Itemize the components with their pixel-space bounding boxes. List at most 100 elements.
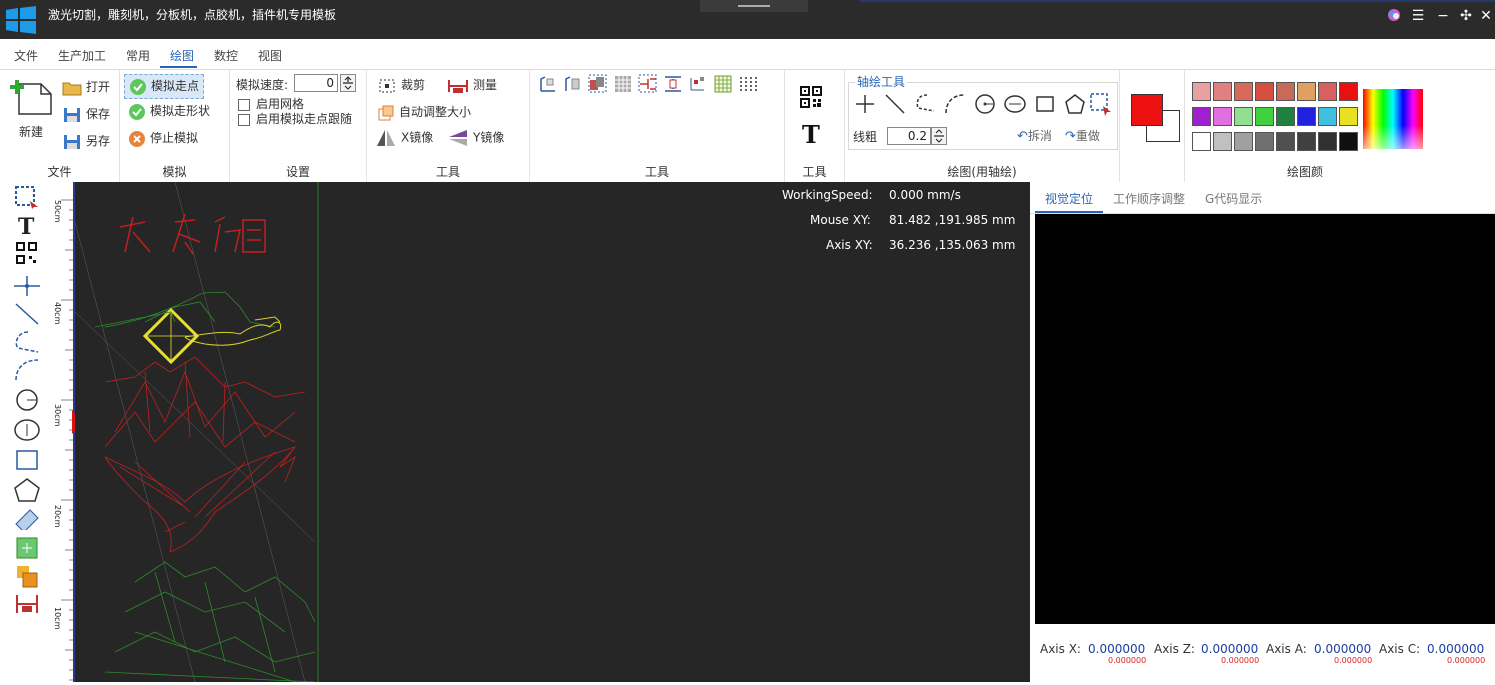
color-swatch[interactable] xyxy=(1318,82,1337,101)
auto-resize-button[interactable]: 自动调整大小 xyxy=(377,103,471,122)
color-swatch[interactable] xyxy=(1234,82,1253,101)
import-tool-icon[interactable] xyxy=(12,564,42,588)
axis-c-sub: 0.000000 xyxy=(1447,656,1486,665)
primary-color[interactable] xyxy=(1131,94,1163,126)
ellipse-tool-icon[interactable] xyxy=(12,418,42,442)
text-tool-icon[interactable]: T xyxy=(802,120,820,149)
color-swatch[interactable] xyxy=(1192,82,1211,101)
qr-tool-icon[interactable] xyxy=(12,242,42,266)
save-as-icon xyxy=(64,134,80,149)
right-panel: 视觉定位 工作顺序调整 G代码显示 Axis X: 0.000000 0.000… xyxy=(1030,182,1495,682)
color-swatch[interactable] xyxy=(1297,132,1316,151)
color-swatch[interactable] xyxy=(1234,107,1253,126)
arc-tool-icon[interactable] xyxy=(12,358,42,382)
color-swatch[interactable] xyxy=(1255,132,1274,151)
skin-icon[interactable] xyxy=(1386,8,1402,24)
align-icons[interactable] xyxy=(538,74,763,94)
axis-draw-tools[interactable] xyxy=(853,92,1113,116)
minimize-icon[interactable]: − xyxy=(1435,8,1451,24)
select-tool-icon[interactable] xyxy=(12,185,42,209)
align-vertical-icon xyxy=(665,76,681,92)
polyline-tool-icon[interactable] xyxy=(12,330,42,354)
line-tool-icon[interactable] xyxy=(12,302,42,326)
text-tool-icon[interactable]: T xyxy=(12,214,42,240)
image-tool-icon[interactable] xyxy=(12,536,42,560)
menu-icon[interactable]: ☰ xyxy=(1410,8,1426,24)
rectangle-icon xyxy=(1036,96,1054,112)
axis-x-sub: 0.000000 xyxy=(1108,656,1147,665)
color-swatch[interactable] xyxy=(1192,132,1211,151)
ruler-tool-icon[interactable] xyxy=(12,506,42,530)
x-mirror-button[interactable]: X镜像 xyxy=(375,128,433,148)
menu-file[interactable]: 文件 xyxy=(14,47,38,64)
color-swatch[interactable] xyxy=(1213,132,1232,151)
color-swatch[interactable] xyxy=(1297,82,1316,101)
color-swatch[interactable] xyxy=(1213,82,1232,101)
group-palette-label: 绘图颜 xyxy=(1286,165,1323,179)
color-swatch[interactable] xyxy=(1276,132,1295,151)
color-swatch[interactable] xyxy=(1192,107,1211,126)
speed-input[interactable]: 0 xyxy=(294,74,338,92)
ungroup-icon xyxy=(615,76,631,92)
menu-production[interactable]: 生产加工 xyxy=(58,47,106,64)
tab-vision[interactable]: 视觉定位 xyxy=(1045,190,1093,207)
group-tools-align: 工具 xyxy=(530,70,785,183)
sim-step-button[interactable]: 模拟走点 xyxy=(124,74,205,99)
maximize-icon[interactable]: ✣ xyxy=(1458,8,1474,24)
speed-label: 模拟速度: xyxy=(236,78,289,92)
line-width-stepper[interactable] xyxy=(931,127,947,145)
array-icon xyxy=(690,77,704,91)
menu-common[interactable]: 常用 xyxy=(126,47,150,64)
drawing-canvas[interactable]: WorkingSpeed: 0.000 mm/s Mouse XY: 81.48… xyxy=(75,182,1030,682)
windows-logo-icon[interactable] xyxy=(6,6,36,34)
color-swatch[interactable] xyxy=(1339,82,1358,101)
checkbox-icon xyxy=(238,98,250,111)
crop-button[interactable]: 裁剪 xyxy=(377,76,425,95)
undo-icon: ↶ xyxy=(1017,129,1028,144)
color-swatch[interactable] xyxy=(1297,107,1316,126)
polygon-tool-icon[interactable] xyxy=(12,478,42,502)
axis-readouts: Axis X: 0.000000 0.000000 Axis Z: 0.0000… xyxy=(1030,642,1495,682)
save-button[interactable]: 保存 xyxy=(62,105,110,123)
color-swatch[interactable] xyxy=(1255,107,1274,126)
new-button[interactable]: 新建 xyxy=(8,78,54,144)
color-swatch[interactable] xyxy=(1339,132,1358,151)
color-swatch[interactable] xyxy=(1213,107,1232,126)
vision-view[interactable] xyxy=(1035,214,1495,624)
arc-icon xyxy=(945,94,965,114)
color-swatch[interactable] xyxy=(1255,82,1274,101)
color-swatch[interactable] xyxy=(1276,82,1295,101)
rectangle-tool-icon[interactable] xyxy=(12,448,42,472)
close-icon[interactable]: ✕ xyxy=(1478,8,1494,24)
menu-view[interactable]: 视图 xyxy=(258,47,282,64)
tab-gcode[interactable]: G代码显示 xyxy=(1205,190,1262,207)
redo-button[interactable]: ↷重做 xyxy=(1065,127,1100,144)
circle-tool-icon[interactable] xyxy=(12,388,42,412)
color-swatch[interactable] xyxy=(1276,107,1295,126)
color-swatch[interactable] xyxy=(1318,107,1337,126)
menu-cnc[interactable]: 数控 xyxy=(214,47,238,64)
measure-tool-icon[interactable] xyxy=(12,592,42,616)
grid-icon xyxy=(714,75,732,93)
sim-stop-button[interactable]: 停止模拟 xyxy=(128,129,198,148)
tab-work-order[interactable]: 工作顺序调整 xyxy=(1113,190,1185,207)
undo-button[interactable]: ↶拆消 xyxy=(1017,127,1052,144)
open-button[interactable]: 打开 xyxy=(62,78,110,96)
menu-draw[interactable]: 绘图 xyxy=(170,47,194,64)
color-swatch[interactable] xyxy=(1318,132,1337,151)
save-as-button[interactable]: 另存 xyxy=(62,132,110,150)
color-swatch[interactable] xyxy=(1234,132,1253,151)
qr-code-icon[interactable] xyxy=(800,86,822,108)
line-width-input[interactable]: 0.2 xyxy=(887,127,931,145)
speed-stepper[interactable] xyxy=(340,74,356,92)
y-mirror-button[interactable]: Y镜像 xyxy=(447,128,504,148)
sim-shape-button[interactable]: 模拟走形状 xyxy=(128,102,210,121)
measure-button[interactable]: 测量 xyxy=(447,76,497,95)
color-spectrum[interactable] xyxy=(1363,89,1423,149)
point-tool-icon[interactable] xyxy=(12,274,42,298)
color-swatch[interactable] xyxy=(1339,107,1358,126)
drag-handle[interactable] xyxy=(700,0,808,12)
ellipse-icon xyxy=(1004,95,1026,113)
group-settings: 模拟速度: 0 启用网格 启用模拟走点跟随 设置 xyxy=(230,70,367,183)
follow-checkbox[interactable]: 启用模拟走点跟随 xyxy=(238,110,352,127)
